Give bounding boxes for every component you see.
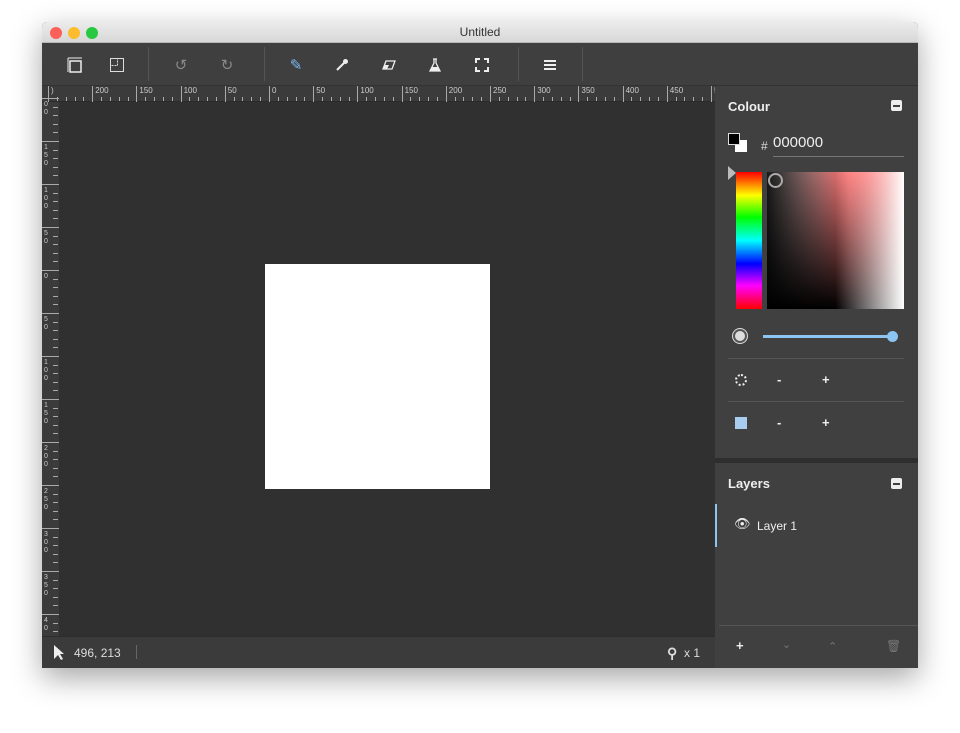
ruler-label: 150 bbox=[42, 141, 59, 168]
brush-size-increase[interactable]: + bbox=[822, 372, 830, 387]
brush-size-icon bbox=[735, 374, 747, 386]
hex-input[interactable]: 000000 bbox=[773, 134, 904, 157]
status-bar: 496, 213 ⚲ x 1 bbox=[42, 636, 715, 668]
shape-decrease[interactable]: - bbox=[777, 415, 781, 430]
colour-swatches[interactable] bbox=[728, 133, 748, 153]
collapse-layers-button[interactable] bbox=[891, 478, 902, 489]
flask-icon[interactable] bbox=[422, 52, 448, 78]
eyedropper-icon[interactable] bbox=[329, 52, 355, 78]
add-layer-button[interactable]: + bbox=[736, 638, 744, 653]
app-window: Untitled ↺ ↻ ✎ ) 200 150 100 50 0 50 100 150 200 2… bbox=[42, 22, 918, 668]
zoom-button[interactable] bbox=[86, 27, 98, 39]
drawing-canvas[interactable] bbox=[59, 102, 715, 636]
title-bar: Untitled bbox=[42, 22, 918, 43]
hue-slider[interactable] bbox=[736, 172, 762, 309]
opacity-icon bbox=[733, 329, 747, 343]
layers-panel-title: Layers bbox=[728, 476, 770, 491]
zoom-level[interactable]: x 1 bbox=[684, 646, 700, 660]
eye-icon[interactable]: 👁 bbox=[734, 516, 751, 532]
minimize-button[interactable] bbox=[68, 27, 80, 39]
crop-icon[interactable] bbox=[104, 52, 130, 78]
ruler-label: 200 bbox=[42, 442, 59, 469]
ruler-label: 100 bbox=[42, 184, 59, 211]
ruler-label: 100 bbox=[42, 356, 59, 383]
ruler-label: 300 bbox=[42, 528, 59, 555]
hue-marker[interactable] bbox=[728, 166, 736, 180]
opacity-slider-handle[interactable] bbox=[887, 331, 898, 342]
cursor-coordinates: 496, 213 bbox=[74, 646, 121, 660]
close-button[interactable] bbox=[50, 27, 62, 39]
collapse-colour-button[interactable] bbox=[891, 100, 902, 111]
pencil-icon[interactable]: ✎ bbox=[283, 52, 309, 78]
window-title: Untitled bbox=[459, 25, 501, 39]
eraser-icon[interactable] bbox=[376, 52, 402, 78]
undo-icon[interactable]: ↺ bbox=[168, 52, 194, 78]
ruler-label: 50 bbox=[224, 86, 237, 102]
ruler-label: 50 bbox=[313, 86, 325, 102]
redo-icon[interactable]: ↻ bbox=[214, 52, 240, 78]
fullscreen-icon[interactable] bbox=[469, 52, 495, 78]
vertical-ruler: 001501005005010015020025030035040 bbox=[42, 98, 59, 650]
toolbar: ↺ ↻ ✎ bbox=[42, 43, 918, 86]
colour-picker-handle[interactable] bbox=[768, 173, 783, 188]
shape-increase[interactable]: + bbox=[822, 415, 830, 430]
move-layer-down-icon[interactable]: ⌄ bbox=[782, 638, 791, 651]
layer-item[interactable]: 👁 Layer 1 bbox=[715, 504, 918, 547]
ruler-label: 0 bbox=[269, 86, 276, 102]
ruler-label: 350 bbox=[42, 571, 59, 598]
canvas-document[interactable] bbox=[265, 264, 490, 489]
saturation-picker[interactable] bbox=[767, 172, 904, 309]
horizontal-ruler: )200150100500501001502002503003504004505 bbox=[42, 86, 748, 102]
ruler-label: 250 bbox=[42, 485, 59, 512]
zoom-icon[interactable]: ⚲ bbox=[667, 645, 677, 662]
cursor-icon bbox=[54, 645, 64, 663]
colour-panel-title: Colour bbox=[728, 99, 770, 114]
shape-icon bbox=[735, 417, 747, 429]
opacity-slider[interactable] bbox=[763, 335, 893, 338]
delete-layer-icon[interactable]: 🗑 bbox=[886, 639, 901, 653]
move-layer-up-icon[interactable]: ⌃ bbox=[828, 640, 837, 653]
brush-size-decrease[interactable]: - bbox=[777, 372, 781, 387]
colour-panel: Colour # 000000 - + - + bbox=[715, 86, 918, 458]
ruler-label: 150 bbox=[42, 399, 59, 426]
layers-stack-icon[interactable] bbox=[62, 52, 88, 78]
menu-icon[interactable] bbox=[537, 52, 563, 78]
layers-panel: Layers 👁 Layer 1 + ⌄ ⌃ 🗑 bbox=[715, 463, 918, 668]
